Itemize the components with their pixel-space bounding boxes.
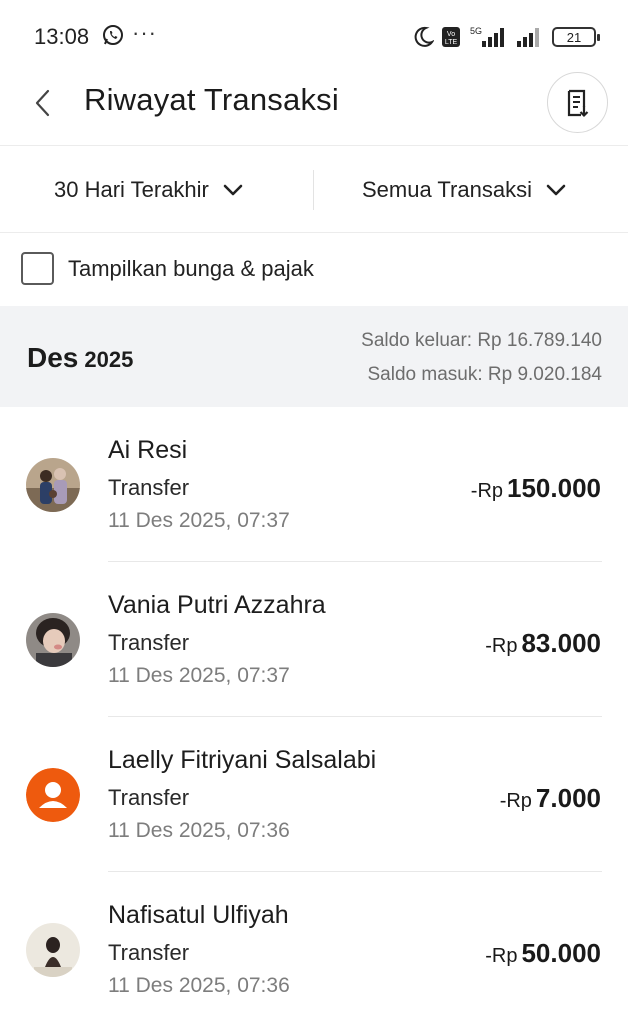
document-download-icon xyxy=(567,89,588,117)
moon-icon xyxy=(414,26,434,47)
transaction-amount: -Rp 83.000 xyxy=(485,628,601,659)
transaction-list: Ai Resi Transfer 11 Des 2025, 07:37 -Rp 1… xyxy=(0,407,628,1024)
transaction-date: 11 Des 2025, 07:36 xyxy=(108,974,290,997)
svg-text:LTE: LTE xyxy=(445,39,458,46)
network-label: 5G xyxy=(470,26,482,36)
interest-tax-checkbox[interactable] xyxy=(21,252,54,285)
type-filter-label: Semua Transaksi xyxy=(362,176,532,202)
transaction-amount: -Rp 50.000 xyxy=(485,938,601,969)
transaction-date: 11 Des 2025, 07:36 xyxy=(108,819,290,842)
transaction-amount: -Rp 7.000 xyxy=(500,783,601,814)
back-button[interactable] xyxy=(28,86,58,120)
type-filter-dropdown[interactable]: Semua Transaksi xyxy=(362,146,566,233)
transaction-item[interactable]: Ai Resi Transfer 11 Des 2025, 07:37 -Rp 1… xyxy=(0,407,628,562)
interest-tax-toggle-row: Tampilkan bunga & pajak xyxy=(0,233,628,306)
transaction-amount: -Rp 150.000 xyxy=(471,473,601,504)
transaction-name: Vania Putri Azzahra xyxy=(108,591,326,619)
chevron-left-icon xyxy=(35,89,50,117)
month-name: Des xyxy=(27,342,79,373)
status-icons: Vo LTE 5G 21 xyxy=(412,22,600,52)
amount-currency: -Rp xyxy=(499,790,532,812)
battery-icon: 21 xyxy=(552,27,600,47)
transaction-type: Transfer xyxy=(108,475,190,500)
transaction-name: Laelly Fitriyani Salsalabi xyxy=(108,746,377,774)
chevron-down-icon xyxy=(546,184,566,195)
download-statement-button[interactable] xyxy=(547,72,608,133)
signal-5g-icon: 5G xyxy=(470,26,504,47)
app-header: Riwayat Transaksi xyxy=(0,72,628,146)
period-filter-label: 30 Hari Terakhir xyxy=(54,176,209,202)
interest-tax-label: Tampilkan bunga & pajak xyxy=(68,256,314,281)
month-summary: Des 2025 Saldo keluar: Rp 16.789.140 Sald… xyxy=(0,306,628,407)
amount-currency: -Rp xyxy=(485,945,518,967)
saldo-keluar: Saldo keluar: Rp 16.789.140 xyxy=(361,330,602,351)
transaction-item[interactable]: Laelly Fitriyani Salsalabi Transfer 11 D… xyxy=(0,717,628,872)
page-title: Riwayat Transaksi xyxy=(84,82,339,117)
default-user-icon xyxy=(26,768,80,822)
svg-text:Vo: Vo xyxy=(447,31,455,38)
amount-currency: -Rp xyxy=(470,480,504,502)
avatar xyxy=(26,613,80,667)
status-time: 13:08 xyxy=(34,24,90,49)
period-filter-dropdown[interactable]: 30 Hari Terakhir xyxy=(54,146,243,233)
volte-icon: VoLTE xyxy=(442,27,460,47)
chevron-down-icon xyxy=(223,184,243,195)
avatar xyxy=(26,923,80,977)
transaction-item[interactable]: Vania Putri Azzahra Transfer 11 Des 2025… xyxy=(0,562,628,717)
transaction-item[interactable]: Nafisatul Ulfiyah Transfer 11 Des 2025, … xyxy=(0,872,628,1024)
transaction-name: Ai Resi xyxy=(108,436,188,464)
transaction-date: 11 Des 2025, 07:37 xyxy=(108,509,290,532)
transaction-type: Transfer xyxy=(108,940,190,965)
status-bar: 13:08 ··· Vo LTE 5G 21 xyxy=(0,0,628,72)
transaction-type: Transfer xyxy=(108,630,190,655)
whatsapp-icon xyxy=(102,24,124,46)
filter-bar: 30 Hari Terakhir Semua Transaksi xyxy=(0,146,628,233)
amount-value: 7.000 xyxy=(535,783,601,813)
month-year: 2025 xyxy=(84,347,134,372)
amount-value: 83.000 xyxy=(521,628,601,658)
saldo-masuk: Saldo masuk: Rp 9.020.184 xyxy=(367,364,603,385)
amount-value: 150.000 xyxy=(507,473,601,503)
signal-icon xyxy=(517,28,539,47)
month-heading: Des 2025 xyxy=(27,342,133,374)
transaction-type: Transfer xyxy=(108,785,190,810)
transaction-date: 11 Des 2025, 07:37 xyxy=(108,664,290,687)
amount-currency: -Rp xyxy=(485,635,518,657)
more-notifications-icon: ··· xyxy=(132,20,157,45)
amount-value: 50.000 xyxy=(521,938,601,968)
filter-divider xyxy=(313,170,314,210)
transaction-name: Nafisatul Ulfiyah xyxy=(108,901,289,929)
avatar xyxy=(26,458,80,512)
